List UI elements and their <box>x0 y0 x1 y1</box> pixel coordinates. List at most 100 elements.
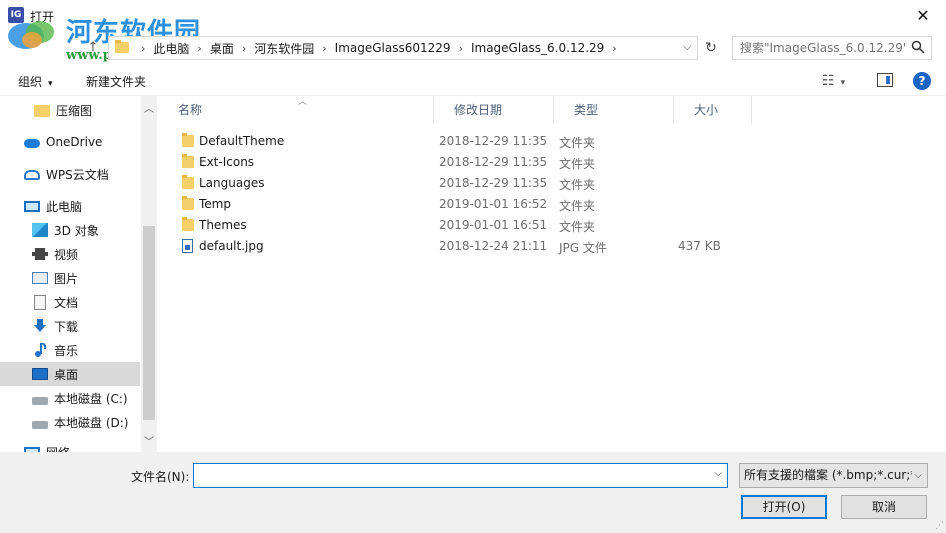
sidebar-item-compressed[interactable]: 压缩图 <box>0 98 140 122</box>
organize-button[interactable]: 组织 ▾ <box>18 73 53 90</box>
sidebar-item-label: 桌面 <box>54 367 79 382</box>
sidebar-item-this-pc[interactable]: 此电脑 <box>0 194 140 218</box>
sidebar-item-videos[interactable]: 视频 <box>0 242 140 266</box>
title-bar: IG 打开 ✕ <box>0 0 946 32</box>
sidebar-item-downloads[interactable]: 下载 <box>0 314 140 338</box>
cancel-button[interactable]: 取消 <box>841 495 927 519</box>
search-icon[interactable] <box>911 40 925 54</box>
file-date: 2018-12-29 11:35 <box>439 176 548 190</box>
sidebar-item-documents[interactable]: 文档 <box>0 290 140 314</box>
preview-pane-icon[interactable] <box>877 73 893 87</box>
sidebar-item-label: 此电脑 <box>46 199 83 214</box>
sidebar-scrollbar[interactable]: ︿ ﹀ <box>141 96 157 452</box>
filename-combobox[interactable]: ⌵ <box>193 463 728 488</box>
sidebar-item-label: 文档 <box>54 295 79 310</box>
file-name: Themes <box>199 218 247 232</box>
file-row[interactable]: Languages 2018-12-29 11:35 文件夹 <box>158 173 758 194</box>
sidebar-item-pictures[interactable]: 图片 <box>0 266 140 290</box>
column-header-date[interactable]: 修改日期 <box>434 96 554 124</box>
refresh-icon[interactable]: ↻ <box>700 36 722 60</box>
address-bar[interactable]: › 此电脑 › 桌面 › 河东软件园 › ImageGlass601229 › … <box>108 36 698 60</box>
search-box[interactable] <box>732 36 932 60</box>
file-date: 2018-12-29 11:35 <box>439 155 548 169</box>
breadcrumb-separator[interactable]: › <box>608 42 620 55</box>
breadcrumb-item[interactable]: ImageGlass_6.0.12.29 <box>467 41 608 55</box>
3d-objects-icon <box>32 223 48 237</box>
filename-input[interactable] <box>194 464 694 486</box>
sidebar-item-network[interactable]: 网络 <box>0 440 140 452</box>
video-icon <box>32 248 48 260</box>
file-type: 文件夹 <box>559 136 596 150</box>
sidebar-item-label: 本地磁盘 (D:) <box>54 415 129 430</box>
file-type: JPG 文件 <box>559 241 607 255</box>
column-header-label: 名称 <box>178 103 203 117</box>
file-type-filter[interactable]: 所有支援的檔案 (*.bmp;*.cur;* ⌵ <box>739 463 928 488</box>
breadcrumb-separator[interactable]: › <box>318 42 330 55</box>
chevron-down-icon[interactable]: ⌵ <box>714 468 722 479</box>
breadcrumb-item[interactable]: 桌面 <box>206 40 238 57</box>
sidebar-item-label: 压缩图 <box>56 103 93 118</box>
folder-icon <box>115 40 129 53</box>
file-row[interactable]: Temp 2019-01-01 16:52 文件夹 <box>158 194 758 215</box>
scroll-down-icon[interactable]: ﹀ <box>144 433 154 448</box>
address-dropdown-icon[interactable]: ⌵ <box>683 40 691 54</box>
resize-grip-icon[interactable]: ⋰ <box>935 521 944 531</box>
help-icon[interactable]: ? <box>913 72 931 90</box>
sidebar-item-music[interactable]: 音乐 <box>0 338 140 362</box>
wps-cloud-icon <box>24 170 40 180</box>
sidebar-item-label: 图片 <box>54 271 79 286</box>
caret-down-icon: ▾ <box>48 79 53 89</box>
column-header-name[interactable]: 名称 ︿ <box>158 96 434 124</box>
file-name: Temp <box>199 197 231 211</box>
sidebar-item-label: 3D 对象 <box>54 223 99 238</box>
new-folder-button[interactable]: 新建文件夹 <box>86 73 146 90</box>
breadcrumb-item[interactable]: ImageGlass601229 <box>331 41 455 55</box>
close-button[interactable]: ✕ <box>900 0 946 32</box>
sidebar-item-label: 本地磁盘 (C:) <box>54 391 128 406</box>
folder-icon <box>182 217 194 231</box>
sidebar-item-wps-cloud[interactable]: WPS云文档 <box>0 162 140 186</box>
breadcrumb-item[interactable]: 河东软件园 <box>250 40 318 57</box>
search-input[interactable] <box>733 37 905 59</box>
file-row[interactable]: DefaultTheme 2018-12-29 11:35 文件夹 <box>158 131 758 152</box>
file-size: 437 KB <box>678 239 721 253</box>
navigation-pane: 压缩图 OneDrive WPS云文档 此电脑 3D 对象 视频 图片 文档 下… <box>0 96 158 452</box>
sidebar-item-3d-objects[interactable]: 3D 对象 <box>0 218 140 242</box>
sidebar-item-desktop[interactable]: 桌面 <box>0 362 140 386</box>
up-arrow-icon[interactable]: ↑ <box>84 38 102 58</box>
folder-icon <box>182 196 194 210</box>
file-name: Ext-Icons <box>199 155 255 169</box>
sort-ascending-icon: ︿ <box>298 97 308 107</box>
file-type-filter-value: 所有支援的檔案 (*.bmp;*.cur;* <box>744 468 917 482</box>
folder-icon <box>182 154 194 168</box>
music-icon <box>35 343 47 357</box>
breadcrumb-separator[interactable]: › <box>238 42 250 55</box>
view-list-icon: ☷ <box>822 73 835 89</box>
sidebar-item-label: 网络 <box>46 444 70 453</box>
folder-icon <box>182 133 194 147</box>
file-list: 名称 ︿ 修改日期 类型 大小 DefaultTheme 2018-12-29 … <box>158 96 946 452</box>
breadcrumb-item[interactable]: 此电脑 <box>149 40 193 57</box>
file-row[interactable]: Ext-Icons 2018-12-29 11:35 文件夹 <box>158 152 758 173</box>
breadcrumb-separator[interactable]: › <box>193 42 205 55</box>
scroll-up-icon[interactable]: ︿ <box>144 100 154 115</box>
drive-icon <box>32 420 48 429</box>
view-options-button[interactable]: ☷ ▾ <box>822 73 845 89</box>
sidebar-item-drive-d[interactable]: 本地磁盘 (D:) <box>0 410 140 434</box>
sidebar-item-onedrive[interactable]: OneDrive <box>0 130 140 154</box>
sidebar-item-drive-c[interactable]: 本地磁盘 (C:) <box>0 386 140 410</box>
file-name: Languages <box>199 176 265 190</box>
sidebar-item-label: 视频 <box>54 247 79 262</box>
navigation-row: ↑ › 此电脑 › 桌面 › 河东软件园 › ImageGlass601229 … <box>0 32 946 64</box>
file-row[interactable]: Themes 2019-01-01 16:51 文件夹 <box>158 215 758 236</box>
breadcrumb-separator[interactable]: › <box>455 42 467 55</box>
column-header-size[interactable]: 大小 <box>674 96 752 124</box>
column-header-type[interactable]: 类型 <box>554 96 674 124</box>
sidebar-item-label: 音乐 <box>54 343 79 358</box>
file-type: 文件夹 <box>559 199 596 213</box>
toolbar: 组织 ▾ 新建文件夹 ☷ ▾ ? <box>0 66 946 96</box>
breadcrumb-separator[interactable]: › <box>137 42 149 55</box>
file-row[interactable]: default.jpg 2018-12-24 21:11 JPG 文件 437 … <box>158 236 758 257</box>
scrollbar-thumb[interactable] <box>143 226 155 420</box>
open-button[interactable]: 打开(O) <box>741 495 827 519</box>
